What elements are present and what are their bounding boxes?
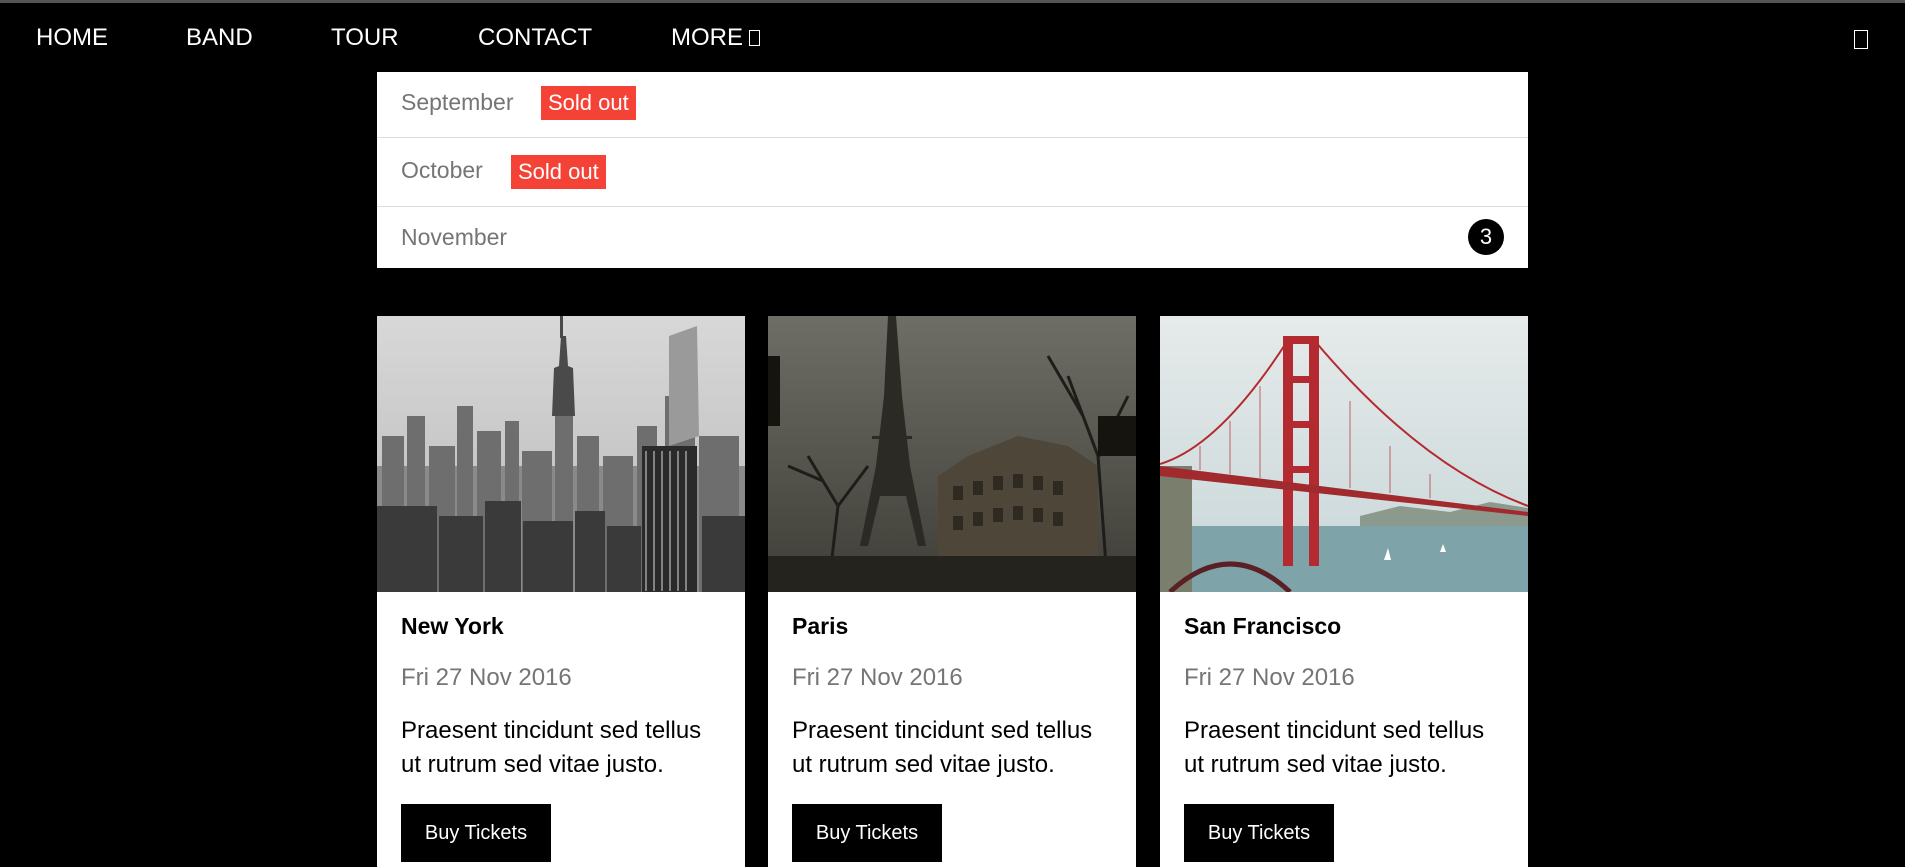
nav-tour[interactable]: TOUR [331,3,399,71]
card-title: Paris [792,613,849,639]
card-title: San Francisco [1184,613,1342,639]
sold-out-badge: Sold out [511,155,606,189]
golden-gate-bridge-image [1160,316,1528,592]
month-list: September Sold out October Sold out Nove… [377,72,1528,268]
month-row-october: October Sold out [377,138,1528,207]
top-navbar: HOME BAND TOUR CONTACT MORE [0,3,1905,71]
nav-more-label: MORE [671,24,743,51]
nav-home[interactable]: HOME [36,3,108,71]
nav-band[interactable]: BAND [186,3,253,71]
paris-eiffel-tower-image [768,316,1136,592]
nav-more[interactable]: MORE [671,3,760,71]
card-description: Praesent tincidunt sed tellus ut rutrum … [792,717,1093,778]
card-date: Fri 27 Nov 2016 [1184,664,1355,691]
card-date: Fri 27 Nov 2016 [401,664,572,691]
card-title: New York [401,613,504,639]
count-badge: 3 [1468,219,1504,255]
caret-down-icon [749,30,760,46]
month-label: October [401,157,483,183]
card-date: Fri 27 Nov 2016 [792,664,963,691]
tour-card-san-francisco: San Francisco Fri 27 Nov 2016 Praesent t… [1160,316,1528,867]
buy-tickets-button[interactable]: Buy Tickets [1184,804,1334,862]
tour-card-new-york: New York Fri 27 Nov 2016 Praesent tincid… [377,316,745,867]
month-row-november: November 3 [377,207,1528,268]
sold-out-badge: Sold out [541,86,636,120]
card-description: Praesent tincidunt sed tellus ut rutrum … [1184,717,1485,778]
month-row-september: September Sold out [377,72,1528,138]
buy-tickets-button[interactable]: Buy Tickets [401,804,551,862]
tour-card-paris: Paris Fri 27 Nov 2016 Praesent tincidunt… [768,316,1136,867]
new-york-skyline-image [377,316,745,592]
search-icon[interactable] [1854,30,1868,49]
nav-contact[interactable]: CONTACT [478,3,592,71]
month-label: September [401,89,514,115]
buy-tickets-button[interactable]: Buy Tickets [792,804,942,862]
card-description: Praesent tincidunt sed tellus ut rutrum … [401,717,702,778]
month-label: November [401,224,508,250]
